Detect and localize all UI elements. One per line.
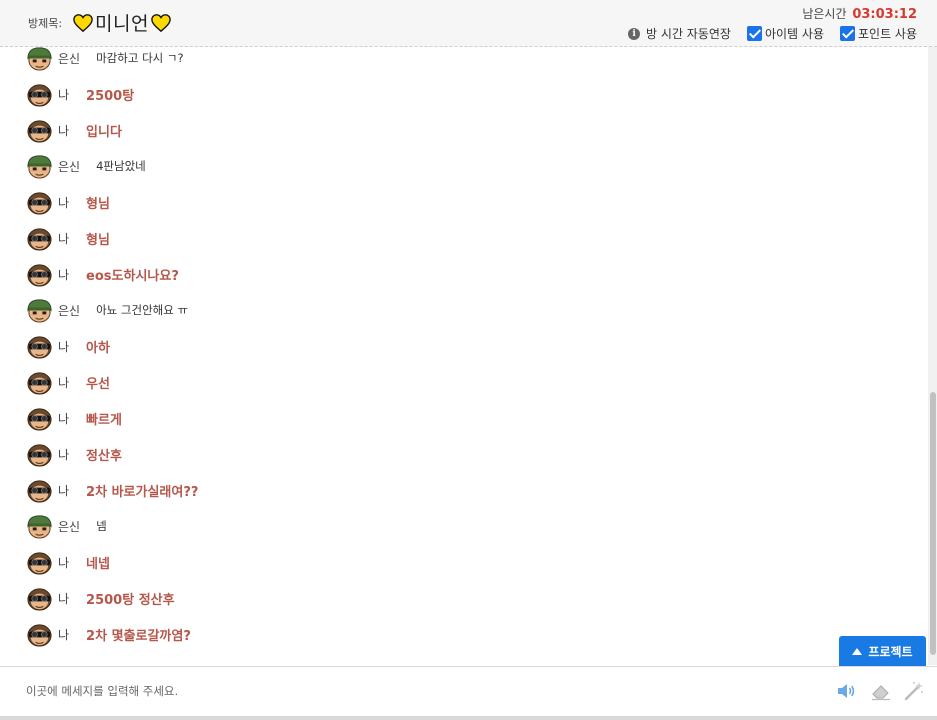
chat-nickname[interactable]: 나 [58, 194, 69, 211]
avatar [27, 335, 52, 359]
chat-text: 2차 몇출로갈까염? [86, 628, 191, 644]
chat-text: 아뇨 그건안해요 ㅠ [96, 303, 189, 317]
chat-nickname[interactable]: 나 [58, 266, 69, 283]
avatar [27, 407, 52, 431]
chat-message: 나 eos도하시나요? [26, 260, 179, 288]
item-use-label: 아이템 사용 [764, 27, 824, 41]
bottom-divider [0, 716, 937, 720]
chat-message: 나 2500탕 정산후 [26, 584, 175, 612]
chat-message: 나 아하 [26, 332, 110, 360]
chat-nickname[interactable]: 나 [58, 230, 69, 247]
point-use-option[interactable]: 포인트 사용 [839, 25, 917, 42]
avatar [27, 47, 52, 71]
chat-nickname[interactable]: 나 [58, 446, 69, 463]
avatar [27, 623, 52, 647]
chat-nickname[interactable]: 나 [58, 122, 69, 139]
room-title-label: 방제목: [28, 17, 63, 30]
chat-message: 나 형님 [26, 188, 110, 216]
chat-message: 은신 4판남았네 [26, 152, 146, 180]
chat-message: 나 2차 몇출로갈까염? [26, 620, 191, 648]
chat-text: 네넵 [86, 556, 110, 572]
chat-text: 아하 [86, 340, 110, 356]
chat-nickname[interactable]: 은신 [58, 50, 80, 67]
room-title-text: 미니언 [95, 13, 149, 35]
chat-nickname[interactable]: 나 [58, 86, 69, 103]
magic-wand-icon[interactable] [903, 681, 925, 701]
protect-button-label: 프로젝트 [868, 644, 913, 659]
scrollbar-thumb[interactable] [930, 392, 936, 655]
chat-text: 2500탕 정산후 [86, 592, 175, 608]
remaining-time-value: 03:03:12 [852, 7, 917, 22]
auto-extend-label: 방 시간 자동연장 [646, 27, 731, 41]
protect-button[interactable]: 프로젝트 [839, 636, 926, 666]
chat-text: 형님 [86, 232, 110, 248]
chat-nickname[interactable]: 은신 [58, 302, 80, 319]
chat-nickname[interactable]: 나 [58, 590, 69, 607]
avatar [27, 587, 52, 611]
chat-text: 마감하고 다시 ㄱ? [96, 51, 184, 65]
chat-text: 2차 바로가실래여?? [86, 484, 199, 500]
chat-log[interactable]: 은신 마감하고 다시 ㄱ? 나 2500탕 나 입니다 은신 4판남았네 나 형님 나 형님 나 eos도… [0, 47, 928, 665]
eraser-icon[interactable] [870, 681, 892, 701]
chat-text: 넴 [96, 519, 107, 533]
avatar [27, 191, 52, 215]
chat-message: 나 2500탕 [26, 80, 134, 108]
point-use-label: 포인트 사용 [857, 27, 917, 41]
chat-text: 빠르게 [86, 412, 122, 428]
chat-text: 2500탕 [86, 88, 135, 104]
chat-nickname[interactable]: 나 [58, 554, 69, 571]
chat-nickname[interactable]: 나 [58, 626, 69, 643]
room-header: 방제목: 미니언 남은시간 03:03:12 i 방 시간 자동연장 아이템 사… [0, 0, 937, 47]
chat-text: 우선 [86, 376, 110, 392]
info-icon[interactable]: i [628, 27, 641, 40]
avatar [27, 514, 52, 539]
room-options: i 방 시간 자동연장 아이템 사용 포인트 사용 [628, 25, 917, 42]
chat-message: 나 2차 바로가실래여?? [26, 476, 198, 504]
item-use-option[interactable]: 아이템 사용 [746, 25, 824, 42]
heart-icon [151, 13, 171, 32]
chat-message: 나 빠르게 [26, 404, 122, 432]
chat-text: 입니다 [86, 124, 122, 140]
chat-text: 정산후 [86, 448, 122, 464]
point-use-checkbox[interactable] [839, 26, 855, 41]
remaining-time-label: 남은시간 [802, 7, 847, 21]
chat-nickname[interactable]: 나 [58, 410, 69, 427]
avatar [27, 154, 52, 179]
chat-message: 나 형님 [26, 224, 110, 252]
chat-nickname[interactable]: 나 [58, 338, 69, 355]
heart-icon [73, 13, 93, 32]
chat-nickname[interactable]: 나 [58, 482, 69, 499]
avatar [27, 371, 52, 395]
message-input-bar [0, 666, 937, 716]
chat-message: 나 정산후 [26, 440, 122, 468]
chat-nickname[interactable]: 나 [58, 374, 69, 391]
avatar [27, 551, 52, 575]
chat-message: 나 네넵 [26, 548, 110, 576]
chat-message: 은신 아뇨 그건안해요 ㅠ [26, 296, 188, 324]
auto-extend-option[interactable]: i 방 시간 자동연장 [628, 25, 731, 42]
chat-nickname[interactable]: 은신 [58, 518, 80, 535]
room-title: 미니언 [72, 9, 172, 36]
avatar [27, 298, 52, 323]
chat-message: 나 입니다 [26, 116, 122, 144]
avatar [27, 119, 52, 143]
triangle-up-icon [852, 647, 863, 655]
item-use-checkbox[interactable] [746, 26, 762, 41]
speaker-icon[interactable] [835, 681, 857, 701]
avatar [27, 443, 52, 467]
chat-text: eos도하시나요? [86, 268, 179, 284]
chat-message: 은신 마감하고 다시 ㄱ? [26, 47, 184, 72]
message-input[interactable] [26, 684, 806, 698]
avatar [27, 479, 52, 503]
chat-message: 나 우선 [26, 368, 110, 396]
chat-nickname[interactable]: 은신 [58, 158, 80, 175]
avatar [27, 263, 52, 287]
chat-text: 4판남았네 [96, 159, 146, 173]
avatar [27, 227, 52, 251]
chat-message: 은신 넴 [26, 512, 107, 540]
avatar [27, 83, 52, 107]
chat-text: 형님 [86, 196, 110, 212]
remaining-time: 남은시간 03:03:12 [802, 5, 917, 22]
